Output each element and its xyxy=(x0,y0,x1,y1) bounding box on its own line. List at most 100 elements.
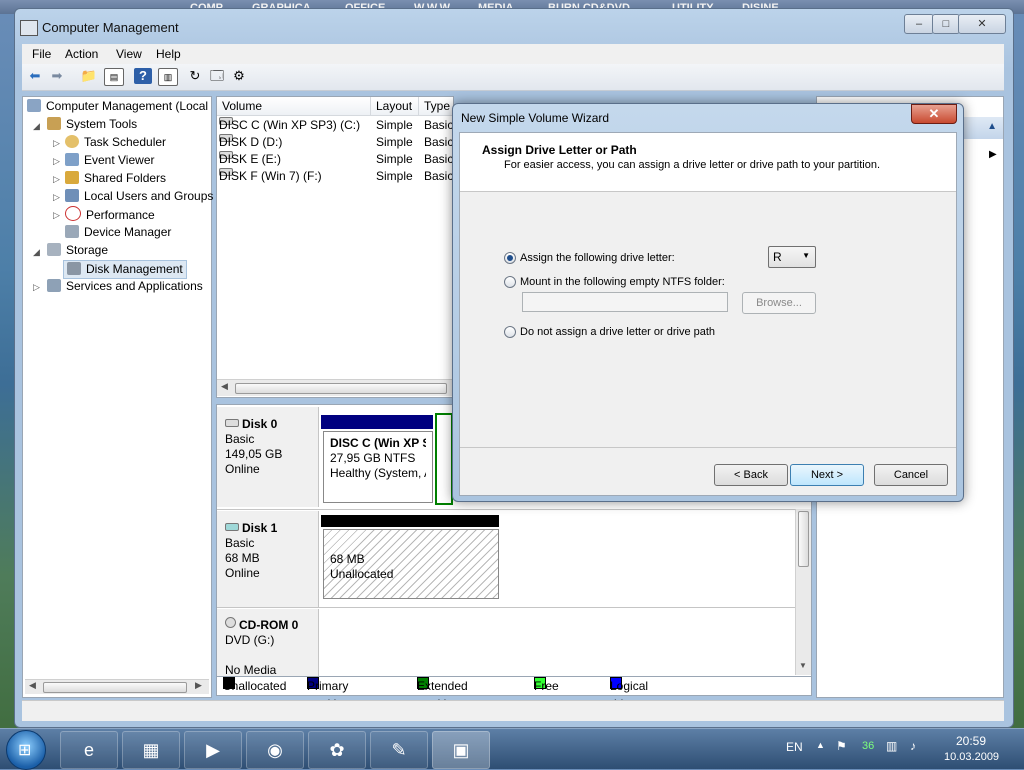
close-button[interactable]: ✕ xyxy=(958,14,1006,34)
row-type: Basic xyxy=(424,118,454,132)
tree-disk-management[interactable]: Disk Management xyxy=(63,260,187,279)
list-scroll-thumb[interactable] xyxy=(235,383,447,394)
list-horizontal-scrollbar[interactable]: ◀ xyxy=(217,379,453,396)
volume-disc-c[interactable]: DISC C (Win XP SF 27,95 GB NTFS Healthy … xyxy=(323,431,433,503)
wizard-body: Assign Drive Letter or Path For easier a… xyxy=(459,132,957,496)
scroll-left-icon[interactable]: ◀ xyxy=(221,381,228,392)
menu-file[interactable]: File xyxy=(32,47,51,61)
expand-arrow-icon[interactable]: ▷ xyxy=(53,192,60,203)
tree-shared-folders[interactable]: Shared Folders xyxy=(65,170,166,187)
label-mount-folder[interactable]: Mount in the following empty NTFS folder… xyxy=(520,276,725,288)
volume-disc-c-status: Healthy (System, A xyxy=(330,466,426,480)
tree-scroll-thumb[interactable] xyxy=(43,682,187,693)
radio-no-letter[interactable] xyxy=(504,326,516,338)
tray-badge[interactable]: 36 xyxy=(862,740,874,752)
wizard-close-button[interactable]: ✕ xyxy=(911,104,957,124)
tree-system-tools[interactable]: System Tools xyxy=(47,116,137,133)
disk-0-size: 149,05 GB xyxy=(225,447,283,461)
tree-performance[interactable]: Performance xyxy=(65,206,155,223)
column-layout[interactable]: Layout xyxy=(371,97,419,116)
computer-management-task-icon[interactable]: ▣ xyxy=(432,731,490,769)
cdrom-0-label[interactable]: CD-ROM 0 DVD (G:) No Media xyxy=(217,609,319,677)
disk-view-vertical-scrollbar[interactable]: ▼ xyxy=(795,509,811,675)
minimize-button[interactable]: – xyxy=(904,14,934,34)
firefox-icon[interactable]: ◉ xyxy=(246,731,304,769)
navigation-tree: Computer Management (Local ◢ System Tool… xyxy=(22,96,213,698)
radio-assign-letter[interactable] xyxy=(504,252,516,264)
browse-button[interactable]: Browse... xyxy=(742,292,816,314)
more-actions-arrow-icon[interactable]: ▶ xyxy=(989,149,997,160)
column-volume[interactable]: Volume xyxy=(217,97,371,116)
next-button[interactable]: Next > xyxy=(790,464,864,486)
explorer-folder-icon[interactable]: ▦ xyxy=(122,731,180,769)
tree-storage[interactable]: Storage xyxy=(47,242,108,259)
tree-services[interactable]: Services and Applications xyxy=(47,278,203,295)
maximize-button[interactable]: □ xyxy=(932,14,960,34)
up-folder-icon[interactable]: 📁 xyxy=(80,68,98,84)
start-button[interactable]: ⊞ xyxy=(6,730,46,770)
media-player-icon[interactable]: ▶ xyxy=(184,731,242,769)
scroll-left-icon[interactable]: ◀ xyxy=(29,680,36,691)
unallocated-region[interactable]: 68 MB Unallocated xyxy=(323,529,499,599)
disk-1-size: 68 MB xyxy=(225,551,260,565)
collapse-arrow-icon[interactable]: ◢ xyxy=(33,247,40,258)
label-no-letter[interactable]: Do not assign a drive letter or drive pa… xyxy=(520,326,715,338)
show-tree-icon[interactable]: ▤ xyxy=(104,68,124,86)
wizard-header: Assign Drive Letter or Path For easier a… xyxy=(460,133,956,192)
divider xyxy=(217,607,795,608)
properties-icon[interactable]: 🗔 xyxy=(208,68,226,84)
tree-local-users[interactable]: Local Users and Groups xyxy=(65,188,213,205)
expand-arrow-icon[interactable]: ▷ xyxy=(53,138,60,149)
tree-root[interactable]: Computer Management (Local xyxy=(27,98,208,115)
volume-icon[interactable]: ♪ xyxy=(910,739,916,753)
disk-view-scroll-thumb[interactable] xyxy=(798,511,809,567)
language-indicator[interactable]: EN xyxy=(786,740,803,754)
cancel-button[interactable]: Cancel xyxy=(874,464,948,486)
expand-arrow-icon[interactable]: ▷ xyxy=(53,156,60,167)
windows-logo-icon: ⊞ xyxy=(18,742,32,759)
back-arrow-icon[interactable]: ⬅ xyxy=(26,68,44,84)
clock-date[interactable]: 10.03.2009 xyxy=(944,751,999,763)
collapse-arrow-icon[interactable]: ◢ xyxy=(33,121,40,132)
label-assign-letter[interactable]: Assign the following drive letter: xyxy=(520,252,675,264)
expand-arrow-icon[interactable]: ▷ xyxy=(33,282,40,293)
network-icon[interactable]: ▥ xyxy=(886,739,897,753)
show-hidden-icons-icon[interactable]: ▲ xyxy=(816,740,825,750)
clock-time[interactable]: 20:59 xyxy=(956,734,986,748)
radio-mount-folder[interactable] xyxy=(504,276,516,288)
scroll-right-icon[interactable]: ▶ xyxy=(195,680,202,691)
disk-1-status: Online xyxy=(225,566,260,580)
clock-icon xyxy=(65,135,79,148)
flag-icon[interactable]: ⚑ xyxy=(836,739,847,753)
services-icon xyxy=(47,279,61,292)
disk-1-label[interactable]: Disk 1 Basic 68 MB Online xyxy=(217,511,319,607)
refresh-icon[interactable]: ↻ xyxy=(186,68,204,84)
settings-icon[interactable]: ⚙ xyxy=(230,68,248,84)
menu-view[interactable]: View xyxy=(116,47,142,61)
extended-partition[interactable] xyxy=(435,413,453,505)
tree-task-scheduler[interactable]: Task Scheduler xyxy=(65,134,166,151)
back-button[interactable]: < Back xyxy=(714,464,788,486)
app-rf-icon[interactable]: ✿ xyxy=(308,731,366,769)
ntfs-folder-input[interactable] xyxy=(522,292,728,312)
scroll-down-icon[interactable]: ▼ xyxy=(799,661,807,670)
collapse-up-icon[interactable]: ▲ xyxy=(987,121,997,132)
internet-explorer-icon[interactable]: e xyxy=(60,731,118,769)
show-action-pane-icon[interactable]: ▥ xyxy=(158,68,178,86)
menu-action[interactable]: Action xyxy=(65,47,98,61)
help-icon[interactable]: ? xyxy=(134,68,152,84)
drive-letter-select[interactable]: R ▼ xyxy=(768,246,816,268)
tree-event-viewer[interactable]: Event Viewer xyxy=(65,152,154,169)
column-type[interactable]: Type xyxy=(419,97,453,116)
paint-icon[interactable]: ✎ xyxy=(370,731,428,769)
disk-0-label[interactable]: Disk 0 Basic 149,05 GB Online xyxy=(217,407,319,507)
expand-arrow-icon[interactable]: ▷ xyxy=(53,174,60,185)
menu-bar: File Action View Help xyxy=(22,44,1004,64)
forward-arrow-icon[interactable]: ➡ xyxy=(48,68,66,84)
row-layout: Simple xyxy=(376,135,413,149)
expand-arrow-icon[interactable]: ▷ xyxy=(53,210,60,221)
menu-help[interactable]: Help xyxy=(156,47,181,61)
tree-horizontal-scrollbar[interactable]: ◀ ▶ xyxy=(25,679,209,694)
event-viewer-icon xyxy=(65,153,79,166)
tree-device-manager[interactable]: Device Manager xyxy=(65,224,171,241)
